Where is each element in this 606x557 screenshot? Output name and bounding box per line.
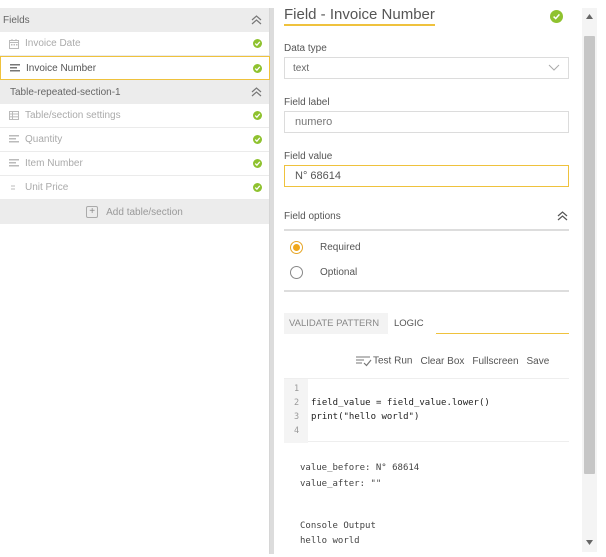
option-required[interactable]: Required <box>290 241 361 254</box>
fields-section-title: Fields <box>3 14 30 26</box>
vertical-scrollbar[interactable] <box>582 8 597 552</box>
fullscreen-button[interactable]: Fullscreen <box>472 356 518 367</box>
scroll-up-arrow-icon[interactable] <box>582 10 597 22</box>
fields-section-header[interactable]: Fields <box>0 8 269 32</box>
code-editor[interactable]: 1 2 3 4 field_value = field_value.lower(… <box>284 378 569 443</box>
line-number: 2 <box>294 398 300 408</box>
field-item-label: Invoice Number <box>26 62 97 74</box>
add-table-section-label: Add table/section <box>106 206 183 218</box>
radio-button-selected[interactable] <box>290 241 303 254</box>
field-label-label: Field label <box>284 97 330 108</box>
table-section-header[interactable]: Table-repeated-section-1 <box>0 80 269 104</box>
field-item-label: Table/section settings <box>25 110 121 121</box>
check-icon <box>550 10 563 23</box>
save-button[interactable]: Save <box>527 356 550 367</box>
add-table-section-button[interactable]: + Add table/section <box>0 200 269 224</box>
field-label-input[interactable]: numero <box>284 111 569 133</box>
output-value-after: value_after: "" <box>300 479 382 489</box>
table-section-title: Table-repeated-section-1 <box>10 86 121 98</box>
console-output-title: Console Output <box>300 521 376 531</box>
field-item-invoice-date[interactable]: Invoice Date <box>0 32 269 56</box>
radio-button[interactable] <box>290 266 303 279</box>
scrollbar-thumb[interactable] <box>584 36 595 474</box>
code-line: field_value = field_value.lower() <box>311 398 490 408</box>
field-item-label: Quantity <box>25 134 63 145</box>
data-type-select[interactable]: text <box>284 57 569 79</box>
fields-panel: Fields Invoice Date Invoice Number Table… <box>0 8 270 554</box>
field-label-value: numero <box>295 116 333 128</box>
option-optional[interactable]: Optional <box>290 266 357 279</box>
field-item-quantity[interactable]: Quantity <box>0 128 269 152</box>
test-run-label: Test Run <box>373 355 413 367</box>
field-item-unit-price[interactable]: Unit Price <box>0 176 269 200</box>
console-output-text: hello world <box>300 536 360 546</box>
collapse-chevron-icon[interactable] <box>555 209 569 223</box>
field-value-value: N° 68614 <box>295 170 341 182</box>
code-toolbar: Test Run Clear Box Fullscreen Save <box>356 354 569 368</box>
field-item-label: Invoice Date <box>25 38 81 49</box>
options-divider <box>284 290 569 292</box>
check-icon <box>253 159 262 168</box>
test-run-button[interactable]: Test Run <box>356 355 412 367</box>
output-value-before: value_before: N° 68614 <box>300 463 420 473</box>
tab-validate-pattern[interactable]: VALIDATE PATTERN <box>284 313 388 334</box>
text-lines-icon <box>8 158 19 169</box>
field-item-item-number[interactable]: Item Number <box>0 152 269 176</box>
text-lines-icon <box>8 134 19 145</box>
data-type-label: Data type <box>284 43 327 54</box>
test-run-icon <box>356 355 372 367</box>
field-item-label: Unit Price <box>25 182 69 193</box>
data-type-value: text <box>293 62 310 74</box>
collapse-chevron-icon[interactable] <box>249 85 263 99</box>
field-value-label: Field value <box>284 151 333 162</box>
plus-icon: + <box>86 206 99 218</box>
logic-tabs: VALIDATE PATTERN LOGIC <box>284 313 569 335</box>
field-item-label: Item Number <box>25 158 83 169</box>
field-title: Field - Invoice Number <box>284 6 435 26</box>
tab-logic[interactable]: LOGIC <box>388 313 436 334</box>
field-item-invoice-number[interactable]: Invoice Number <box>0 56 270 80</box>
check-icon <box>253 111 262 120</box>
line-number: 4 <box>294 426 300 436</box>
field-editor-panel: Field - Invoice Number Data type text Fi… <box>284 0 569 557</box>
check-icon <box>253 183 262 192</box>
check-icon <box>253 63 262 73</box>
chevron-down-icon <box>548 63 560 74</box>
table-icon <box>8 110 19 121</box>
field-options-header[interactable]: Field options <box>284 203 569 231</box>
field-value-input[interactable]: N° 68614 <box>284 165 569 187</box>
clear-box-button[interactable]: Clear Box <box>420 356 464 367</box>
option-required-label: Required <box>320 242 361 253</box>
code-line: print("hello world") <box>311 412 420 422</box>
text-lines-icon <box>9 63 20 74</box>
collapse-chevron-icon[interactable] <box>249 13 263 27</box>
option-optional-label: Optional <box>320 267 358 278</box>
panel-splitter[interactable] <box>270 8 274 554</box>
check-icon <box>253 39 262 48</box>
number-icon <box>8 182 19 193</box>
line-number: 1 <box>294 384 300 394</box>
calendar-icon <box>8 38 19 49</box>
field-options-label: Field options <box>284 210 341 222</box>
scroll-down-arrow-icon[interactable] <box>582 536 597 548</box>
check-icon <box>253 135 262 144</box>
line-number: 3 <box>294 412 300 422</box>
field-item-table-settings[interactable]: Table/section settings <box>0 104 269 128</box>
